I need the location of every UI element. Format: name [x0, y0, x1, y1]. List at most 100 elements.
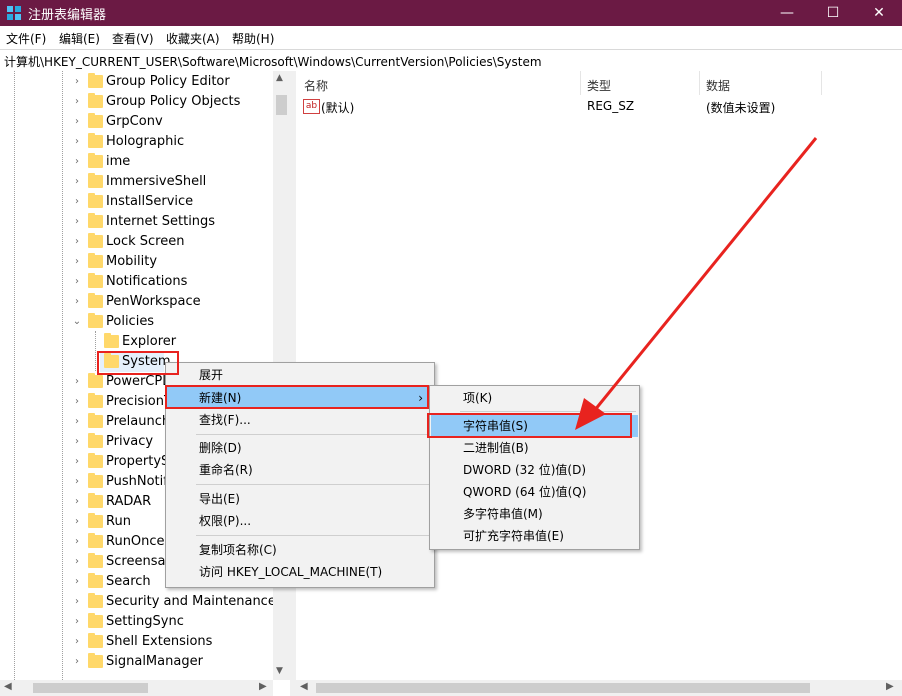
tree-horizontal-scrollbar[interactable]: ◀ ▶: [0, 680, 273, 696]
scroll-left-arrow-icon[interactable]: ◀: [300, 681, 308, 692]
minimize-button[interactable]: —: [764, 0, 810, 26]
list-horizontal-scrollbar[interactable]: ◀ ▶: [296, 680, 902, 696]
tree-item-label: Holographic: [106, 134, 185, 149]
chevron-right-icon[interactable]: ›: [72, 77, 82, 87]
scroll-down-arrow-icon[interactable]: ▼: [276, 666, 283, 676]
chevron-right-icon[interactable]: ›: [72, 637, 82, 647]
submenu-item-key[interactable]: 项(K): [430, 387, 639, 409]
chevron-right-icon[interactable]: ›: [72, 97, 82, 107]
address-bar[interactable]: 计算机\HKEY_CURRENT_USER\Software\Microsoft…: [0, 49, 902, 72]
menu-item-export[interactable]: 导出(E): [166, 488, 434, 510]
address-path[interactable]: 计算机\HKEY_CURRENT_USER\Software\Microsoft…: [4, 53, 542, 70]
folder-icon: [88, 553, 103, 568]
menu-favorites[interactable]: 收藏夹(A): [166, 30, 220, 47]
column-header-name[interactable]: 名称: [304, 77, 328, 94]
tree-item[interactable]: › Security and Maintenance: [0, 592, 276, 612]
chevron-right-icon[interactable]: ›: [72, 137, 82, 147]
chevron-right-icon[interactable]: ›: [72, 377, 82, 387]
menu-view[interactable]: 查看(V): [112, 30, 154, 47]
chevron-right-icon[interactable]: ›: [72, 177, 82, 187]
folder-icon: [88, 153, 103, 168]
tree-item[interactable]: Explorer: [0, 332, 273, 352]
value-row[interactable]: ab (默认) REG_SZ (数值未设置): [296, 97, 902, 117]
column-header-data[interactable]: 数据: [706, 77, 730, 94]
submenu-item-qword-value[interactable]: QWORD (64 位)值(Q): [430, 481, 639, 503]
chevron-right-icon[interactable]: ›: [72, 257, 82, 267]
menu-item-delete[interactable]: 删除(D): [166, 437, 434, 459]
scroll-right-arrow-icon[interactable]: ▶: [259, 681, 267, 692]
chevron-right-icon[interactable]: ›: [72, 277, 82, 287]
tree-item[interactable]: › ime: [0, 152, 273, 172]
chevron-right-icon[interactable]: ›: [72, 297, 82, 307]
chevron-right-icon[interactable]: ›: [72, 597, 82, 607]
tree-item[interactable]: › GrpConv: [0, 112, 273, 132]
folder-icon: [88, 133, 103, 148]
scroll-right-arrow-icon[interactable]: ▶: [886, 681, 894, 692]
menu-item-rename[interactable]: 重命名(R): [166, 459, 434, 481]
folder-icon: [88, 93, 103, 108]
tree-item-label: Internet Settings: [106, 214, 216, 229]
tree-item-label: Prelaunch: [106, 414, 171, 429]
submenu-item-multi-string-value[interactable]: 多字符串值(M): [430, 503, 639, 525]
chevron-right-icon[interactable]: ›: [72, 577, 82, 587]
tree-item[interactable]: › PenWorkspace: [0, 292, 273, 312]
chevron-right-icon[interactable]: ›: [72, 557, 82, 567]
tree-item[interactable]: › SignalManager: [0, 652, 273, 672]
window-title: 注册表编辑器: [28, 8, 107, 23]
tree-item[interactable]: ⌄ Policies: [0, 312, 273, 332]
tree-item-label: SettingSync: [106, 614, 184, 629]
tree-item[interactable]: › Internet Settings: [0, 212, 273, 232]
tree-hscroll-thumb[interactable]: [33, 683, 148, 693]
chevron-right-icon[interactable]: ›: [72, 517, 82, 527]
chevron-right-icon[interactable]: ›: [72, 417, 82, 427]
menu-item-expand[interactable]: 展开: [166, 364, 434, 386]
maximize-button[interactable]: ☐: [810, 0, 856, 26]
chevron-right-icon[interactable]: ›: [72, 537, 82, 547]
tree-item-label: GrpConv: [106, 114, 163, 129]
tree-item[interactable]: › Group Policy Editor: [0, 72, 273, 92]
column-separator[interactable]: [699, 71, 700, 95]
tree-item[interactable]: › Shell Extensions: [0, 632, 273, 652]
chevron-right-icon[interactable]: ›: [72, 657, 82, 667]
submenu-item-expandable-string-value[interactable]: 可扩充字符串值(E): [430, 525, 639, 547]
column-separator[interactable]: [580, 71, 581, 95]
menu-item-visit-hklm[interactable]: 访问 HKEY_LOCAL_MACHINE(T): [166, 561, 434, 583]
tree-item-label: ImmersiveShell: [106, 174, 207, 189]
tree-item-label: Shell Extensions: [106, 634, 213, 649]
chevron-right-icon[interactable]: ›: [72, 217, 82, 227]
submenu-item-binary-value[interactable]: 二进制值(B): [430, 437, 639, 459]
tree-item[interactable]: › Holographic: [0, 132, 273, 152]
chevron-right-icon[interactable]: ›: [72, 237, 82, 247]
scroll-left-arrow-icon[interactable]: ◀: [4, 681, 12, 692]
column-header-type[interactable]: 类型: [587, 77, 611, 94]
menu-item-permissions[interactable]: 权限(P)...: [166, 510, 434, 532]
chevron-right-icon[interactable]: ›: [72, 197, 82, 207]
tree-item[interactable]: › Group Policy Objects: [0, 92, 273, 112]
chevron-right-icon[interactable]: ›: [72, 497, 82, 507]
tree-item[interactable]: › Mobility: [0, 252, 273, 272]
chevron-right-icon[interactable]: ›: [72, 437, 82, 447]
tree-item[interactable]: › SettingSync: [0, 612, 273, 632]
chevron-down-icon[interactable]: ⌄: [72, 317, 82, 327]
chevron-right-icon[interactable]: ›: [72, 477, 82, 487]
submenu-item-dword-value[interactable]: DWORD (32 位)值(D): [430, 459, 639, 481]
scroll-up-arrow-icon[interactable]: ▲: [276, 73, 283, 83]
menu-item-find[interactable]: 查找(F)...: [166, 409, 434, 431]
column-separator[interactable]: [821, 71, 822, 95]
tree-item[interactable]: › InstallService: [0, 192, 273, 212]
list-hscroll-thumb[interactable]: [316, 683, 810, 693]
menu-help[interactable]: 帮助(H): [232, 30, 274, 47]
tree-item[interactable]: › ImmersiveShell: [0, 172, 273, 192]
chevron-right-icon[interactable]: ›: [72, 117, 82, 127]
chevron-right-icon[interactable]: ›: [72, 457, 82, 467]
chevron-right-icon[interactable]: ›: [72, 397, 82, 407]
tree-item[interactable]: › Lock Screen: [0, 232, 273, 252]
menu-edit[interactable]: 编辑(E): [59, 30, 100, 47]
tree-scroll-thumb[interactable]: [276, 95, 287, 115]
chevron-right-icon[interactable]: ›: [72, 617, 82, 627]
chevron-right-icon[interactable]: ›: [72, 157, 82, 167]
menu-item-copy-key-name[interactable]: 复制项名称(C): [166, 539, 434, 561]
tree-item[interactable]: › Notifications: [0, 272, 273, 292]
close-button[interactable]: ✕: [856, 0, 902, 26]
menu-file[interactable]: 文件(F): [6, 30, 46, 47]
